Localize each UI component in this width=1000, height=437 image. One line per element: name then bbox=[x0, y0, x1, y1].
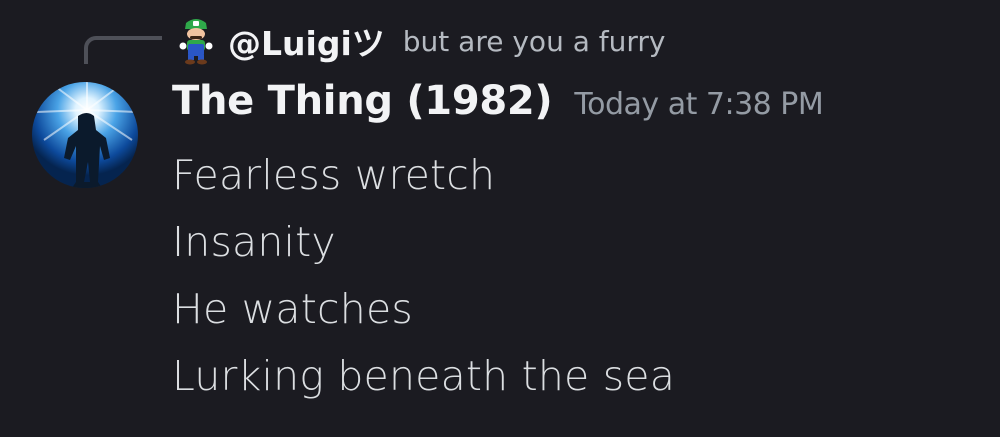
message-timestamp[interactable]: Today at 7:38 PM bbox=[574, 87, 823, 122]
message-line: He watches bbox=[172, 285, 413, 333]
user-avatar[interactable] bbox=[32, 82, 138, 188]
luigi-sprite-icon[interactable] bbox=[176, 17, 216, 65]
reply-reference[interactable]: @Luigiツ but are you a furry bbox=[176, 12, 665, 70]
message-line: Lurking beneath the sea bbox=[172, 352, 676, 400]
message-content: Fearless wretch Insanity He watches Lurk… bbox=[172, 142, 675, 410]
message-line: Insanity bbox=[172, 218, 336, 266]
message-line: Fearless wretch bbox=[172, 151, 496, 199]
reply-connector-line bbox=[84, 36, 162, 64]
chat-message: @Luigiツ but are you a furry The Thing (1… bbox=[0, 0, 1000, 437]
author-name[interactable]: The Thing (1982) bbox=[172, 78, 553, 124]
message-header: The Thing (1982) Today at 7:38 PM bbox=[172, 78, 824, 138]
reply-author-name[interactable]: @Luigiツ bbox=[228, 17, 385, 65]
reply-preview-text[interactable]: but are you a furry bbox=[403, 25, 666, 58]
the-thing-poster-avatar bbox=[32, 82, 138, 188]
